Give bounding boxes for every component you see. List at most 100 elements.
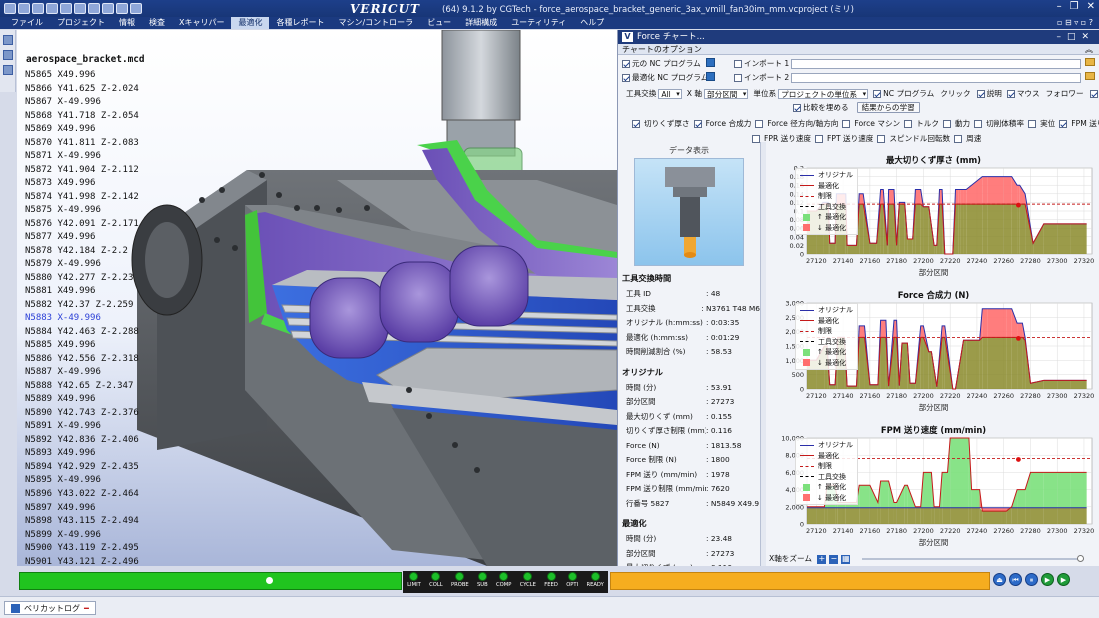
menu-1[interactable]: プロジェクト bbox=[50, 17, 112, 29]
nc-line[interactable]: N5876 Y42.091 Z-2.171 bbox=[25, 218, 139, 232]
nc-line[interactable]: N5895 X-49.996 bbox=[25, 474, 139, 488]
metric-checkbox[interactable] bbox=[632, 119, 640, 128]
metric-checkbox[interactable] bbox=[755, 119, 764, 128]
learn-from-results-button[interactable]: 結果からの学習 bbox=[856, 102, 920, 113]
nc-line[interactable]: N5900 Y43.119 Z-2.495 bbox=[25, 542, 139, 556]
new-icon[interactable] bbox=[4, 3, 16, 14]
metric-checkbox[interactable] bbox=[1059, 119, 1068, 128]
more-icon[interactable] bbox=[130, 3, 142, 14]
nc-line[interactable]: N5893 X49.996 bbox=[25, 447, 139, 461]
nc-line[interactable]: N5878 Y42.184 Z-2.2 bbox=[25, 245, 139, 259]
import1-checkbox[interactable] bbox=[734, 59, 742, 68]
chart-close-button[interactable]: ✕ bbox=[1081, 32, 1095, 42]
menu-11[interactable]: ヘルプ bbox=[573, 17, 611, 29]
3d-viewport[interactable]: aerospace_bracket.mcd N5865 X49.996 N5866… bbox=[17, 30, 617, 566]
project-tree-icon[interactable] bbox=[3, 35, 13, 45]
nc-line[interactable]: N5866 Y41.625 Z-2.024 bbox=[25, 83, 139, 97]
nc-line[interactable]: N5874 Y41.998 Z-2.142 bbox=[25, 191, 139, 205]
force-chart[interactable]: 05001,0001,5002,0002,5003,00027120271402… bbox=[767, 287, 1099, 415]
settings-icon[interactable] bbox=[88, 3, 100, 14]
menu-0[interactable]: ファイル bbox=[4, 17, 50, 29]
nc-line[interactable]: N5899 X-49.996 bbox=[25, 529, 139, 543]
zoom-out-icon[interactable]: − bbox=[829, 554, 839, 564]
metric-checkbox[interactable] bbox=[842, 119, 851, 128]
nc-line[interactable]: N5865 X49.996 bbox=[25, 69, 139, 83]
menu-7[interactable]: マシン/コントローラ bbox=[331, 17, 420, 29]
view-icon[interactable] bbox=[102, 3, 114, 14]
import1-folder-icon[interactable] bbox=[1085, 58, 1095, 66]
reset-icon[interactable] bbox=[46, 3, 58, 14]
menu-6[interactable]: 各種レポート bbox=[269, 17, 331, 29]
maximize-button[interactable]: ❐ bbox=[1070, 1, 1079, 12]
menu-3[interactable]: 検査 bbox=[142, 17, 172, 29]
nc-line[interactable]: N5871 X-49.996 bbox=[25, 150, 139, 164]
description-checkbox[interactable] bbox=[976, 89, 985, 98]
nc-line[interactable]: N5884 Y42.463 Z-2.288 bbox=[25, 326, 139, 340]
nc-line[interactable]: N5890 Y42.743 Z-2.376 bbox=[25, 407, 139, 421]
x-axis-select[interactable]: 部分区間 bbox=[704, 88, 749, 99]
mouse-checkbox[interactable] bbox=[1006, 89, 1015, 98]
chip-thickness-chart[interactable]: 00.020.040.060.080.10.120.140.160.180.22… bbox=[767, 152, 1099, 280]
nc-line[interactable]: N5873 X49.996 bbox=[25, 177, 139, 191]
report-icon[interactable] bbox=[74, 3, 86, 14]
nc-line[interactable]: N5889 X49.996 bbox=[25, 393, 139, 407]
nc-line[interactable]: N5888 Y42.65 Z-2.347 bbox=[25, 380, 139, 394]
tool-manager-icon[interactable] bbox=[3, 65, 13, 75]
metric-checkbox[interactable] bbox=[942, 119, 951, 128]
save-original-icon[interactable] bbox=[706, 58, 715, 67]
nc-line[interactable]: N5898 Y43.115 Z-2.494 bbox=[25, 515, 139, 529]
nc-line[interactable]: N5868 Y41.718 Z-2.054 bbox=[25, 110, 139, 124]
limits-checkbox[interactable] bbox=[1089, 89, 1098, 98]
zoom-slider-knob[interactable] bbox=[1077, 555, 1084, 562]
nc-line[interactable]: N5877 X49.996 bbox=[25, 231, 139, 245]
menu-right-icons[interactable]: ▫ ⊟ ▿ ▫ ? bbox=[1057, 17, 1093, 29]
tool-change-select[interactable]: All bbox=[658, 88, 682, 99]
vericut-log-tab[interactable]: ベリカットログ ━ bbox=[4, 601, 96, 615]
zoom-in-icon[interactable]: + bbox=[817, 554, 827, 564]
fill-compare-checkbox[interactable] bbox=[793, 103, 801, 112]
zoom-fit-icon[interactable]: ▦ bbox=[841, 554, 851, 564]
nc-line[interactable]: N5870 Y41.811 Z-2.083 bbox=[25, 137, 139, 151]
nc-line[interactable]: N5867 X-49.996 bbox=[25, 96, 139, 110]
menu-5[interactable]: 最適化 bbox=[231, 17, 270, 29]
zoom-slider[interactable] bbox=[862, 555, 1084, 562]
original-nc-checkbox[interactable] bbox=[622, 59, 630, 68]
nc-line[interactable]: N5875 X-49.996 bbox=[25, 204, 139, 218]
nc-line[interactable]: N5901 Y43.121 Z-2.496 bbox=[25, 556, 139, 566]
import2-field[interactable] bbox=[791, 72, 1082, 83]
save-optimized-icon[interactable] bbox=[706, 72, 715, 81]
optimized-nc-checkbox[interactable] bbox=[622, 73, 630, 82]
import2-checkbox[interactable] bbox=[734, 73, 742, 82]
panel-splitter[interactable] bbox=[761, 142, 766, 566]
menu-10[interactable]: ユーティリティ bbox=[504, 17, 573, 29]
step-icon[interactable]: ▶ bbox=[1041, 573, 1054, 586]
nc-line[interactable]: N5886 Y42.556 Z-2.318 bbox=[25, 353, 139, 367]
metric-checkbox[interactable] bbox=[904, 119, 913, 128]
metric-checkbox[interactable] bbox=[954, 134, 963, 143]
minimize-button[interactable]: – bbox=[1057, 1, 1062, 12]
menu-9[interactable]: 詳細構成 bbox=[458, 17, 504, 29]
chart-minimize-button[interactable]: – bbox=[1056, 32, 1067, 42]
progress-marker[interactable] bbox=[266, 577, 273, 584]
nc-line[interactable]: N5894 Y42.929 Z-2.435 bbox=[25, 461, 139, 475]
feedrate-chart[interactable]: 02,0004,0006,0008,00010,0002712027140271… bbox=[767, 422, 1099, 550]
nc-line[interactable]: N5891 X-49.996 bbox=[25, 420, 139, 434]
menu-8[interactable]: ビュー bbox=[420, 17, 458, 29]
close-button[interactable]: ✕ bbox=[1087, 1, 1095, 12]
simulation-progress[interactable] bbox=[19, 572, 402, 590]
eject-icon[interactable]: ⏏ bbox=[993, 573, 1006, 586]
pause-icon[interactable]: ⏸ bbox=[1025, 573, 1038, 586]
nc-program-icon[interactable] bbox=[3, 50, 13, 60]
collapse-chevron-icon[interactable]: ︽ bbox=[1085, 44, 1093, 55]
metric-checkbox[interactable] bbox=[877, 134, 886, 143]
metric-checkbox[interactable] bbox=[1028, 119, 1037, 128]
nc-program-checkbox[interactable] bbox=[873, 89, 882, 98]
nc-line[interactable]: N5887 X-49.996 bbox=[25, 366, 139, 380]
play-icon[interactable]: ▶ bbox=[1057, 573, 1070, 586]
import1-field[interactable] bbox=[791, 58, 1082, 69]
open-icon[interactable] bbox=[18, 3, 30, 14]
chart-maximize-button[interactable]: □ bbox=[1067, 32, 1082, 42]
nc-line[interactable]: N5869 X49.996 bbox=[25, 123, 139, 137]
rewind-icon[interactable]: ⏮ bbox=[1009, 573, 1022, 586]
pin-icon[interactable]: ━ bbox=[84, 602, 89, 615]
